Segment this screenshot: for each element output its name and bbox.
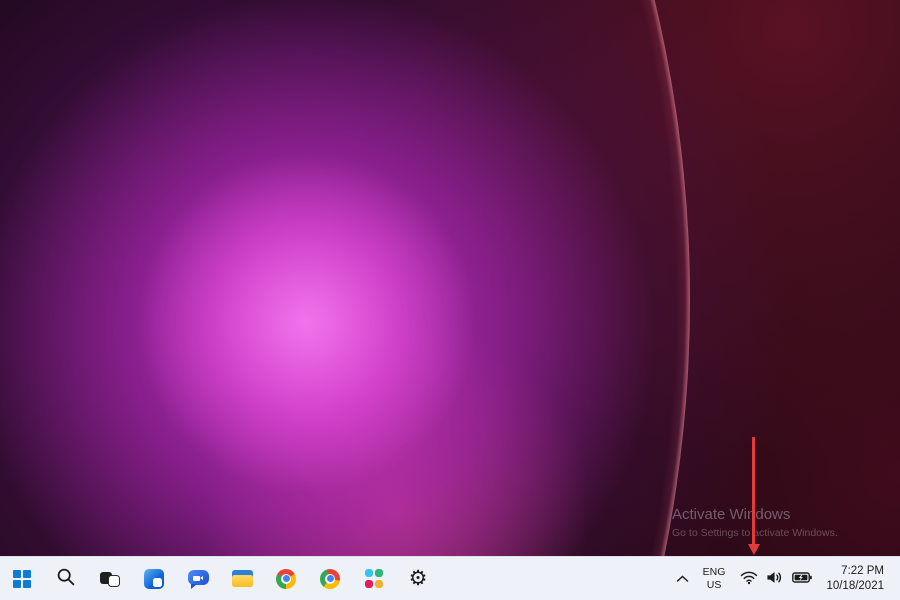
language-code: ENG [703,566,726,579]
clock[interactable]: 7:22 PM 10/18/2021 [819,559,894,599]
screen: Activate Windows Go to Settings to activ… [0,0,900,600]
file-explorer-button[interactable] [222,559,262,599]
clock-time: 7:22 PM [841,564,884,579]
system-tray: ENG US [670,559,900,599]
clock-date: 10/18/2021 [826,579,884,594]
activate-windows-watermark: Activate Windows Go to Settings to activ… [672,506,844,540]
task-view-icon [100,569,120,589]
widgets-button[interactable] [134,559,174,599]
language-indicator[interactable]: ENG US [695,559,734,599]
start-button[interactable] [2,559,42,599]
taskbar-app-icons: ⚙ [0,559,438,599]
language-region: US [707,579,722,592]
slack-icon [365,569,384,588]
windows-start-icon [13,570,31,588]
volume-icon [766,570,784,588]
chrome-icon-2 [320,569,340,589]
chrome-button[interactable] [266,559,306,599]
file-explorer-icon [232,570,253,587]
search-icon [56,567,76,590]
settings-gear-icon: ⚙ [409,568,428,589]
battery-icon [792,571,812,586]
chrome-button-2[interactable] [310,559,350,599]
chevron-up-icon [676,571,689,586]
bloom-ring-decoration [0,0,690,556]
watermark-subtitle: Go to Settings to activate Windows. [672,526,844,540]
desktop-wallpaper[interactable]: Activate Windows Go to Settings to activ… [0,0,900,556]
chrome-icon [276,569,296,589]
slack-button[interactable] [354,559,394,599]
tray-overflow-button[interactable] [670,559,695,599]
chat-button[interactable] [178,559,218,599]
widgets-icon [144,569,164,589]
taskbar: ⚙ ENG US [0,556,900,600]
settings-button[interactable]: ⚙ [398,559,438,599]
watermark-title: Activate Windows [672,506,844,523]
search-button[interactable] [46,559,86,599]
quick-settings-button[interactable] [733,559,819,599]
teams-chat-icon [188,569,209,589]
wifi-icon [740,570,758,588]
task-view-button[interactable] [90,559,130,599]
